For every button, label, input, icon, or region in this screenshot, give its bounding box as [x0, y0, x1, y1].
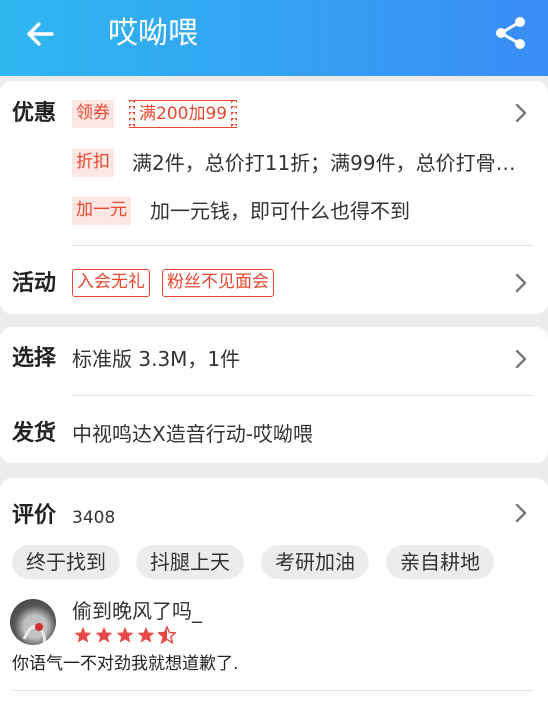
select-label: 选择 — [12, 346, 57, 371]
discount-text: 满2件，总价打11折；满99件，总价打骨… — [132, 151, 516, 175]
arrow-left-icon[interactable] — [22, 16, 58, 52]
activity-tag-1[interactable]: 入会无礼 — [72, 269, 150, 297]
promo-label: 优惠 — [12, 101, 57, 126]
review-chip[interactable]: 终于找到 — [12, 545, 120, 579]
divider — [12, 690, 534, 691]
chevron-right-icon[interactable] — [513, 502, 529, 524]
activity-label: 活动 — [12, 271, 57, 296]
discount-tag: 折扣 — [72, 149, 114, 177]
review-chip[interactable]: 考研加油 — [261, 545, 369, 579]
shipping-label: 发货 — [12, 421, 57, 446]
reviews-label: 评价 — [12, 503, 57, 528]
shipping-value: 中视鸣达X造音行动-哎呦喂 — [72, 422, 313, 446]
star-icon — [74, 626, 92, 643]
star-icon — [137, 626, 155, 643]
activity-tag-2[interactable]: 粉丝不见面会 — [162, 269, 274, 297]
reviewer-name: 偷到晚风了吗_ — [72, 599, 202, 623]
star-half-icon — [158, 626, 176, 644]
review-text: 你语气一不对劲我就想道歉了. — [12, 654, 239, 674]
star-icon — [95, 626, 113, 643]
review-chip[interactable]: 亲自耕地 — [386, 545, 494, 579]
select-value[interactable]: 标准版 3.3M，1件 — [72, 345, 240, 373]
top-bar: 哎呦喂 — [0, 0, 548, 76]
review-chip[interactable]: 抖腿上天 — [136, 545, 244, 579]
coupon-badge[interactable]: 满200加99 — [129, 100, 238, 128]
reviews-count: 3408 — [72, 508, 116, 528]
star-icon — [116, 626, 134, 643]
avatar[interactable] — [10, 599, 56, 645]
chevron-right-icon[interactable] — [513, 348, 529, 370]
share-icon[interactable] — [494, 16, 528, 50]
avatar-image — [22, 623, 46, 644]
page-title: 哎呦喂 — [108, 16, 198, 51]
divider — [72, 395, 534, 396]
coupon-tag: 领券 — [72, 100, 114, 128]
chevron-right-icon[interactable] — [513, 272, 529, 294]
divider — [72, 245, 534, 246]
chevron-right-icon[interactable] — [513, 102, 529, 124]
extra-tag: 加一元 — [72, 197, 131, 225]
extra-text: 加一元钱，即可什么也得不到 — [150, 199, 410, 223]
